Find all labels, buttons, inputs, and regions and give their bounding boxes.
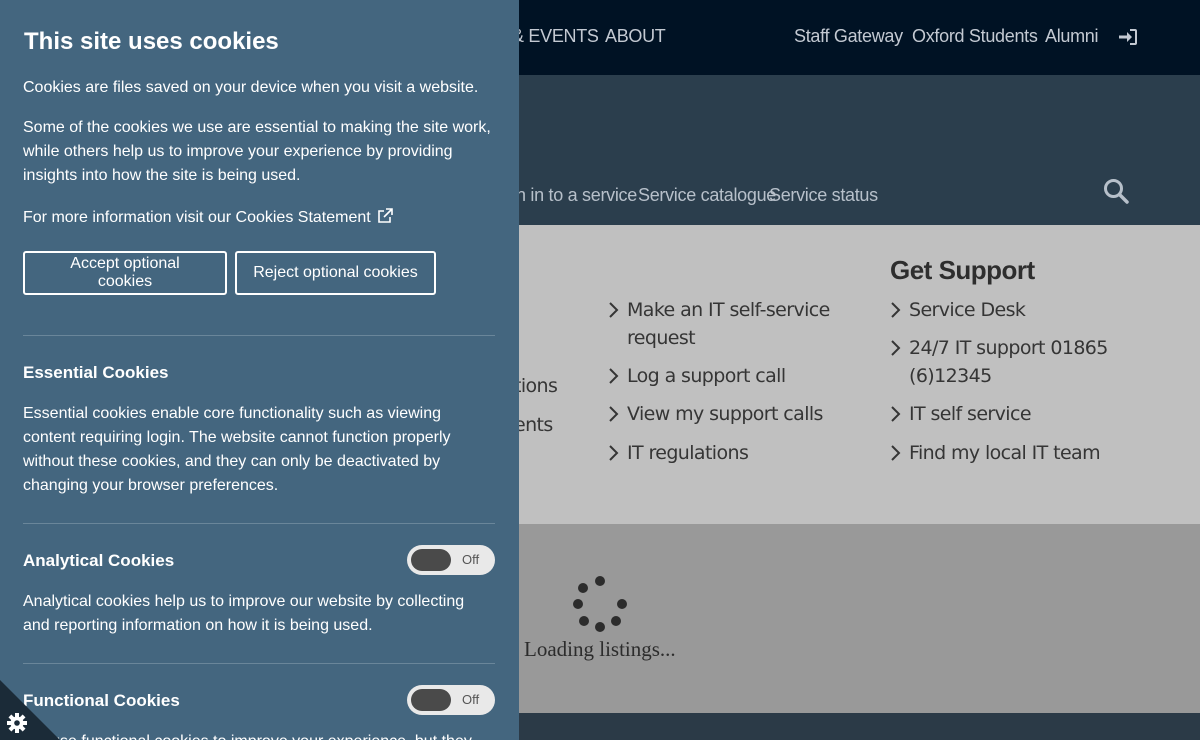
chevron-right-icon [609, 368, 619, 384]
sign-in-icon[interactable] [1119, 29, 1137, 45]
cookie-consent-panel: This site uses cookies Cookies are files… [0, 0, 519, 740]
nav-item-events[interactable]: & EVENTS [512, 26, 599, 47]
link-find-local-it-team[interactable]: Find my local IT team [891, 439, 1101, 467]
chevron-right-icon [609, 406, 619, 422]
divider [23, 663, 495, 664]
partial-link-1[interactable]: tions [514, 375, 558, 397]
link-view-support-calls[interactable]: View my support calls [609, 400, 823, 428]
partial-link-2[interactable]: ents [514, 414, 553, 436]
link-self-service-request[interactable]: Make an IT self-service request [609, 296, 847, 352]
chevron-right-icon [891, 406, 901, 422]
nav-item-staff-gateway[interactable]: Staff Gateway [794, 26, 903, 47]
functional-cookies-text: We use functional cookies to improve you… [23, 730, 493, 740]
chevron-right-icon [609, 445, 619, 461]
cookie-settings-button[interactable] [0, 680, 60, 740]
essential-cookies-title: Essential Cookies [23, 363, 169, 382]
analytical-cookies-title: Analytical Cookies [23, 551, 175, 570]
essential-cookies-text: Essential cookies enable core functional… [23, 405, 451, 494]
toggle-knob [411, 689, 451, 711]
external-link-icon[interactable] [377, 208, 393, 224]
subnav-service-status[interactable]: Service status [769, 185, 878, 206]
link-service-desk[interactable]: Service Desk [891, 296, 1026, 324]
divider [23, 335, 495, 336]
toggle-state-label: Off [462, 692, 480, 707]
cookie-title: This site uses cookies [24, 28, 279, 55]
divider [23, 523, 495, 524]
accept-optional-cookies-button[interactable]: Accept optional cookies [23, 251, 227, 295]
cookie-essential-note: Some of the cookies we use are essential… [23, 119, 491, 184]
functional-cookies-toggle[interactable]: Off [407, 685, 495, 715]
cookie-more-info: For more information visit our Cookies S… [23, 206, 503, 230]
cookies-statement-link[interactable]: Cookies Statement [236, 209, 371, 226]
subnav-service-catalogue[interactable]: Service catalogue [638, 185, 776, 206]
toggle-state-label: Off [462, 552, 480, 567]
nav-item-about[interactable]: ABOUT [605, 26, 666, 47]
link-24-7-support[interactable]: 24/7 IT support 01865 (6)12345 [891, 334, 1119, 390]
get-support-heading: Get Support [890, 255, 1035, 285]
search-icon[interactable] [1103, 178, 1129, 204]
loading-spinner-icon [573, 576, 627, 632]
nav-item-oxford-students[interactable]: Oxford Students [912, 26, 1038, 47]
chevron-right-icon [891, 340, 901, 356]
chevron-right-icon [891, 445, 901, 461]
analytical-cookies-toggle[interactable]: Off [407, 545, 495, 575]
link-it-self-service[interactable]: IT self service [891, 400, 1032, 428]
link-it-regulations[interactable]: IT regulations [609, 439, 749, 467]
subnav-sign-in[interactable]: n in to a service [516, 185, 637, 206]
chevron-right-icon [609, 302, 619, 318]
loading-text: Loading listings... [524, 637, 676, 661]
analytical-cookies-text: Analytical cookies help us to improve ou… [23, 593, 465, 634]
reject-optional-cookies-button[interactable]: Reject optional cookies [235, 251, 436, 295]
gear-icon [7, 713, 27, 733]
toggle-knob [411, 549, 451, 571]
chevron-right-icon [891, 302, 901, 318]
nav-item-alumni[interactable]: Alumni [1045, 26, 1099, 47]
link-log-support-call[interactable]: Log a support call [609, 362, 786, 390]
cookie-intro: Cookies are files saved on your device w… [23, 79, 479, 96]
